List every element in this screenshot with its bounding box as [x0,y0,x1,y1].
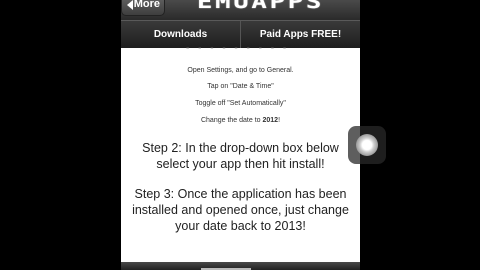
more-label: More [133,0,160,10]
app-logo: EMUAPPS [197,0,325,13]
instruction-change-date: Change the date to 2012! [121,117,360,124]
change-date-prefix: Change the date to [200,117,263,124]
instruction-open-settings: Open Settings, and go to General. [187,67,294,74]
step-2-text: Step 2: In the drop-down box below selec… [142,141,339,171]
phone-screen: More EMUAPPS Downloads Paid Apps FREE! -… [121,0,360,270]
instruction-set-automatically: Toggle off "Set Automatically" [195,100,286,107]
step-3-text: Step 3: Once the application has been in… [132,187,349,233]
change-date-suffix: ! [278,117,281,124]
change-date-year: 2012 [262,117,279,124]
assistive-touch-icon [356,134,378,156]
top-bar: More EMUAPPS [121,0,360,20]
bottom-bar [121,262,360,270]
instruction-date-time: Tap on "Date & Time" [207,83,274,90]
assistive-touch-button[interactable] [348,126,386,164]
more-button[interactable]: More [121,0,165,16]
instructions-content: - - - - - - - - - Open Settings, and go … [121,43,360,262]
back-arrow-icon [127,0,133,10]
cut-off-text: - - - - - - - - - [186,43,290,54]
